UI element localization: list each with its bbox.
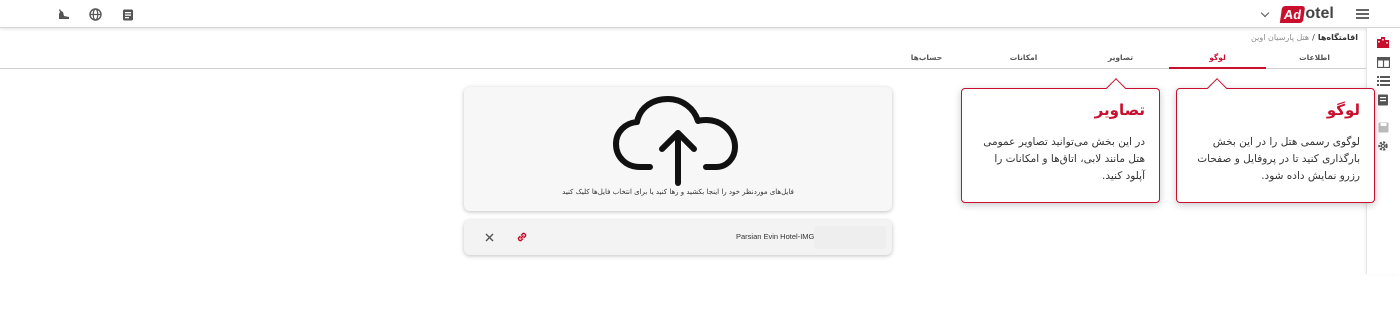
upload-dropzone[interactable]: فایل‌های موردنظر خود را اینجا بکشید و ره… (464, 87, 892, 211)
tab-info[interactable]: اطلاعات (1266, 48, 1363, 69)
table-icon[interactable] (1376, 56, 1390, 68)
clipboard-icon[interactable] (120, 7, 136, 21)
breadcrumb-root[interactable]: اقامتگاه‌ها (1318, 33, 1358, 42)
dropzone-instructions: فایل‌های موردنظر خود را اینجا بکشید و ره… (562, 188, 794, 196)
document-icon[interactable] (1376, 94, 1390, 106)
close-icon[interactable] (485, 233, 494, 242)
file-thumbnail (814, 226, 886, 249)
tab-images[interactable]: تصاویر (1072, 48, 1169, 69)
list-icon[interactable] (1376, 75, 1390, 87)
menu-icon[interactable] (1356, 9, 1369, 21)
top-bar: Ad otel (0, 0, 1400, 28)
file-name: Parsian Evin Hotel-IMG (736, 232, 815, 241)
tab-logo[interactable]: لوگو (1169, 48, 1266, 69)
cloud-upload-icon (613, 96, 738, 186)
logo-text: otel (1305, 5, 1334, 22)
tab-amenities[interactable]: امکانات (975, 48, 1072, 69)
tooltip-logo: لوگو لوگوی رسمی هتل را در این بخش بارگذا… (1176, 78, 1375, 203)
breadcrumb-separator: / (1312, 33, 1315, 42)
settings-icon[interactable] (1376, 140, 1390, 152)
uploaded-file-row: Parsian Evin Hotel-IMG (464, 220, 892, 255)
breadcrumb-current: هتل پارسیان اوین (1251, 33, 1310, 42)
hotel-icon[interactable] (1376, 36, 1390, 48)
tooltip-images: تصاویر در این بخش می‌توانید تصاویر عمومی… (961, 78, 1160, 203)
tab-bar: اطلاعات لوگو تصاویر امکانات حساب‌ها (0, 48, 1366, 69)
tooltip-images-title: تصاویر (1094, 101, 1145, 119)
tab-accounts[interactable]: حساب‌ها (878, 48, 975, 69)
save-icon[interactable] (1376, 121, 1390, 133)
flag-user-icon[interactable] (56, 7, 72, 21)
globe-icon[interactable] (87, 7, 103, 21)
tooltip-logo-body: لوگوی رسمی هتل را در این بخش بارگذاری کن… (1197, 136, 1360, 182)
tooltip-images-body: در این بخش می‌توانید تصاویر عمومی هتل ما… (983, 136, 1145, 182)
logo-badge: Ad (1279, 5, 1306, 23)
tooltip-logo-title: لوگو (1326, 101, 1360, 119)
brand-logo[interactable]: Ad otel (1279, 4, 1334, 24)
link-icon[interactable] (516, 231, 528, 243)
chevron-down-icon[interactable] (1260, 8, 1270, 18)
breadcrumb: اقامتگاه‌ها/هتل پارسیان اوین (1251, 33, 1358, 42)
